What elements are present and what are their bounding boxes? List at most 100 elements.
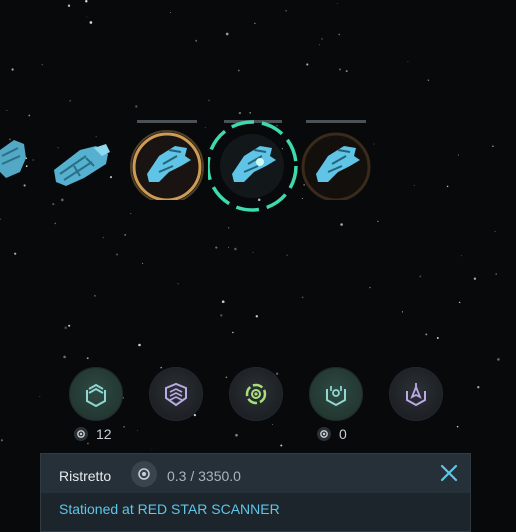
ability-3[interactable] [229, 367, 283, 421]
star [301, 296, 304, 299]
star [41, 64, 43, 66]
star [419, 275, 422, 278]
ability-5[interactable] [389, 367, 443, 421]
star [401, 311, 404, 313]
star [160, 366, 163, 369]
count-value: 0 [339, 426, 347, 442]
ship-active[interactable] [129, 120, 209, 204]
star [138, 343, 141, 347]
star [69, 99, 72, 102]
star [0, 218, 1, 221]
star [446, 185, 449, 188]
star [425, 333, 428, 336]
star [337, 3, 339, 4]
ship-slot [301, 120, 371, 202]
star [54, 222, 57, 225]
star [67, 4, 71, 7]
star [345, 70, 348, 73]
cargo-value: 0.3 / 3350.0 [167, 468, 241, 484]
star [208, 99, 210, 102]
ability-1[interactable] [69, 367, 123, 421]
target-gear-icon [245, 383, 267, 405]
star [23, 184, 26, 187]
ability-2[interactable] [149, 367, 203, 421]
star [151, 448, 153, 450]
star [319, 44, 321, 46]
star [86, 16, 88, 18]
star [427, 79, 430, 82]
star [238, 111, 242, 115]
ship-partial[interactable] [0, 132, 36, 184]
star [215, 246, 218, 249]
charge-icon [74, 427, 88, 441]
star [373, 143, 375, 145]
star [225, 32, 229, 36]
ability-1-count: 12 [74, 426, 112, 442]
star [338, 33, 341, 36]
star [89, 21, 93, 24]
health-bar [137, 120, 197, 123]
star [124, 233, 127, 236]
star [497, 358, 500, 361]
star [221, 300, 225, 304]
star [137, 429, 139, 431]
star [64, 326, 67, 330]
count-value: 12 [96, 426, 112, 442]
star [255, 315, 258, 318]
star [63, 355, 66, 359]
star [225, 376, 228, 379]
star [456, 425, 459, 428]
close-icon[interactable] [438, 462, 460, 484]
star [494, 231, 496, 232]
star [252, 251, 254, 253]
star [377, 220, 379, 223]
scanner-shield-icon [326, 386, 346, 407]
chevrons-shield-icon [86, 383, 106, 407]
ship-hull-icon [0, 140, 26, 178]
ship-status: Stationed at RED STAR SCANNER [59, 501, 280, 517]
star [436, 337, 439, 339]
ship-dim[interactable] [300, 120, 372, 202]
star [232, 331, 234, 334]
star [237, 69, 240, 72]
star [115, 253, 119, 256]
star [340, 223, 343, 226]
ability-4-count: 0 [317, 426, 347, 442]
star [338, 68, 342, 71]
star [249, 112, 251, 114]
star [460, 255, 462, 257]
star [220, 314, 223, 317]
ship-idle[interactable] [50, 136, 114, 194]
star [28, 114, 31, 117]
star [142, 262, 144, 264]
star [306, 63, 309, 66]
ship-selected[interactable] [206, 116, 304, 216]
star [94, 295, 96, 297]
star [407, 60, 409, 63]
star [6, 109, 8, 111]
star [102, 236, 105, 239]
star [11, 68, 14, 71]
star [477, 386, 480, 389]
warp-shield-icon [406, 383, 426, 407]
star [195, 39, 198, 42]
star [286, 254, 288, 256]
star [85, 0, 88, 3]
star [272, 423, 273, 425]
star [68, 324, 71, 327]
star [458, 301, 461, 304]
star [86, 357, 89, 360]
star [369, 286, 371, 289]
star [52, 202, 55, 206]
cargo-icon [131, 461, 157, 487]
star [280, 444, 283, 447]
ability-4[interactable] [309, 367, 363, 421]
star [130, 212, 132, 214]
star [285, 10, 287, 12]
star [234, 247, 237, 251]
star [321, 38, 323, 40]
star [177, 283, 179, 285]
ship-hull-icon [54, 144, 110, 186]
star [275, 372, 279, 376]
star [473, 277, 477, 280]
